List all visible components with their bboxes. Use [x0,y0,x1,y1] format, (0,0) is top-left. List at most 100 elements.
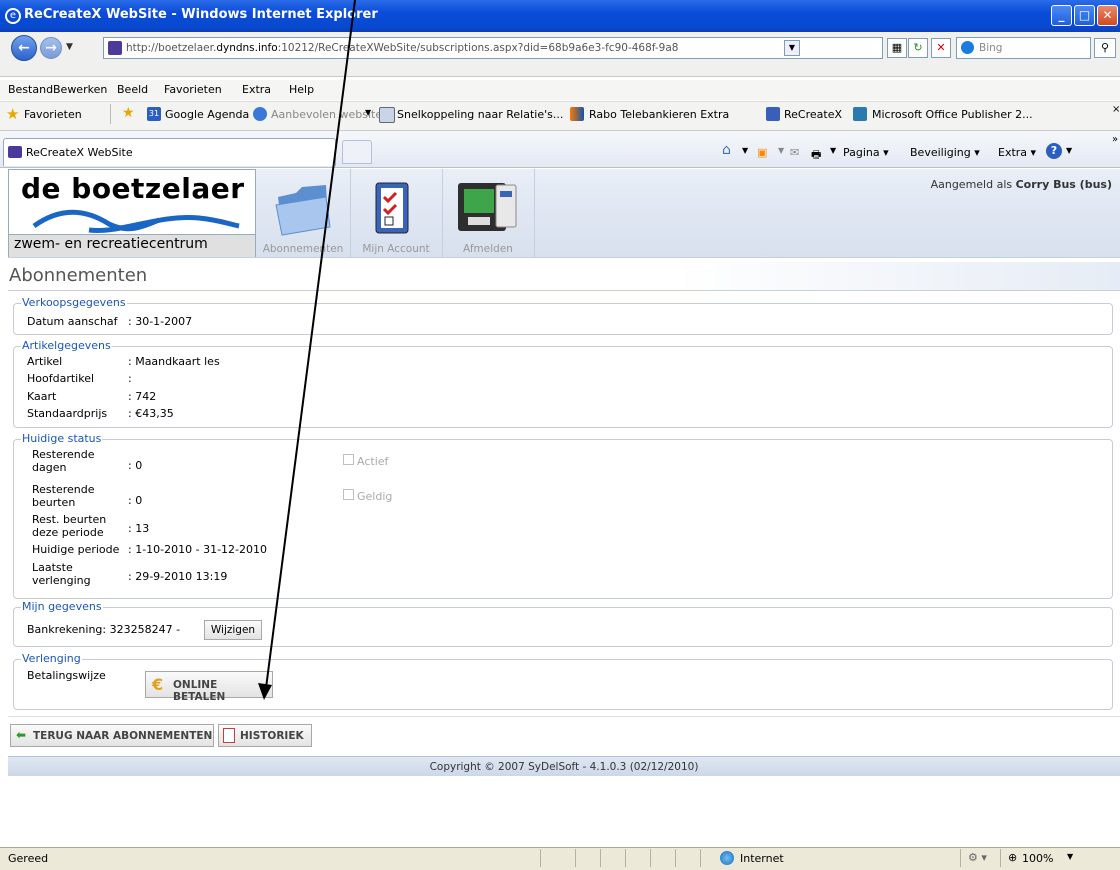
actief-label: Actief [357,455,389,468]
refresh-icon[interactable]: ↻ [908,38,928,58]
help-icon[interactable]: ? [1046,143,1062,159]
logo-wave-icon [32,209,240,234]
geldig-label: Geldig [357,490,393,503]
verkoop-legend: Verkoopsgegevens [21,296,127,309]
nav-mijn-account[interactable]: Mijn Account [350,169,443,257]
status-divider [625,849,626,867]
divider [8,716,1120,717]
print-dropdown-icon[interactable]: ▼ [830,146,836,155]
address-dropdown-icon[interactable]: ▼ [784,40,800,56]
standaardprijs-value: : €43,35 [128,407,174,420]
site-logo[interactable]: de boetzelaer zwem- en recreatiecentrum [8,169,256,257]
copyright-text: Copyright © 2007 SyDelSoft - 4.1.0.3 (02… [429,761,699,773]
home-icon[interactable]: ⌂ [722,142,731,158]
address-input[interactable]: http://boetzelaer.dyndns.info:10212/ReCr… [103,37,883,59]
window-title-bar: e ReCreateX WebSite - Windows Internet E… [0,0,1120,32]
home-dropdown-icon[interactable]: ▼ [742,146,748,155]
menu-help[interactable]: Help [289,83,314,96]
close-button[interactable]: ✕ [1097,5,1118,26]
beveiliging-menu[interactable]: Beveiliging ▾ [910,146,980,159]
search-input[interactable]: Bing [956,37,1091,59]
historiek-label: HISTORIEK [240,730,304,742]
calendar-icon: 31 [147,107,161,121]
fav-rabo[interactable]: Rabo Telebankieren Extra [589,108,729,121]
favorites-button[interactable]: Favorieten [24,108,82,121]
menu-beeld[interactable]: Beeld [117,83,148,96]
zoom-dropdown-icon[interactable]: ▼ [1067,852,1073,861]
status-divider [1000,849,1001,867]
mail-icon[interactable]: ✉ [790,146,799,159]
back-button[interactable]: ← [11,35,37,61]
add-favorite-icon[interactable]: ★ [122,105,135,121]
tab-recreatex[interactable]: ReCreateX WebSite [3,138,336,166]
menu-bestand[interactable]: Bestand [8,83,53,96]
stop-icon[interactable]: ✕ [931,38,951,58]
forward-button[interactable]: → [40,37,62,59]
minimize-button[interactable]: _ [1051,5,1072,26]
nav-afmelden[interactable]: Afmelden [442,169,535,257]
verlenging-fieldset: Verlenging Betalingswijze € ONLINE BETAL… [13,652,1113,710]
logo-subtitle: zwem- en recreatiecentrum [14,236,208,252]
copyright-bar: Copyright © 2007 SyDelSoft - 4.1.0.3 (02… [8,756,1120,776]
standaardprijs-label: Standaardprijs [27,407,108,420]
fav-google-agenda[interactable]: Google Agenda [165,108,249,121]
terug-button[interactable]: ⬅ TERUG NAAR ABONNEMENTEN [10,724,214,747]
artikel-fieldset: Artikelgegevens Artikel : Maandkaart les… [13,339,1113,428]
print-icon[interactable]: 🖶 [811,146,821,165]
artikel-legend: Artikelgegevens [21,339,112,352]
bing-icon [961,41,974,54]
zoom-icon[interactable]: ⊕ [1008,851,1017,864]
status-divider [575,849,576,867]
fav-publisher[interactable]: Microsoft Office Publisher 2... [872,108,1033,121]
protected-mode-icon[interactable]: ⚙ ▾ [968,851,987,864]
dropdown-arrow-icon[interactable]: ▼ [365,108,371,117]
ie-logo-icon: e [5,8,21,24]
history-dropdown-icon[interactable]: ▼ [66,42,73,52]
nav-abonnementen[interactable]: Abonnementen [256,169,351,257]
new-tab-button[interactable] [342,140,372,164]
zoom-level[interactable]: 100% [1022,852,1053,865]
fav-snelkoppeling[interactable]: Snelkoppeling naar Relatie's... [397,108,563,121]
pagina-menu[interactable]: Pagina ▾ [843,146,889,159]
status-legend: Huidige status [21,432,103,445]
mijn-gegevens-fieldset: Mijn gegevens Bankrekening: 323258247 - … [13,600,1113,647]
feeds-icon[interactable]: ▣ [757,146,767,159]
rest-beurten-label: Rest. beurten deze periode [32,513,107,539]
menu-favorieten[interactable]: Favorieten [164,83,222,96]
status-text: Gereed [8,852,49,865]
recreatex-fav-icon [766,107,780,121]
huidige-periode-value: : 1-10-2010 - 31-12-2010 [128,543,268,556]
online-betalen-button[interactable]: € ONLINE BETALEN [145,671,273,703]
fav-recreatex[interactable]: ReCreateX [784,108,842,121]
resterende-beurten-label: Resterende beurten [32,483,95,509]
window-title: ReCreateX WebSite - Windows Internet Exp… [24,7,378,22]
wijzigen-button[interactable]: Wijzigen [204,620,262,640]
laatste-verlenging-value: : 29-9-2010 13:19 [128,570,228,583]
compatibility-icon[interactable]: ▦ [887,38,907,58]
cmdbar-overflow-icon[interactable]: » [1112,134,1118,145]
search-button[interactable]: ⚲ [1094,38,1116,58]
favbar-close-icon[interactable]: × [1112,104,1120,115]
kaart-label: Kaart [27,390,57,403]
historiek-button[interactable]: HISTORIEK [218,724,312,747]
resterende-dagen-value: : 0 [128,459,143,472]
status-divider [600,849,601,867]
hoofdartikel-label: Hoofdartikel [27,372,95,385]
terug-label: TERUG NAAR ABONNEMENTEN [33,730,213,742]
mijn-gegevens-legend: Mijn gegevens [21,600,103,613]
menu-bewerken[interactable]: Bewerken [53,83,107,96]
security-zone[interactable]: Internet [740,852,784,865]
actief-checkbox[interactable] [343,454,354,465]
bankrekening-text: Bankrekening: 323258247 - [27,623,181,636]
logged-in-info: Aangemeld als Corry Bus (bus) [930,178,1112,191]
extra-menu[interactable]: Extra ▾ [998,146,1036,159]
laatste-verlenging-label: Laatste verlenging [32,561,91,587]
help-dropdown-icon[interactable]: ▼ [1066,146,1072,155]
feeds-dropdown-icon[interactable]: ▼ [778,146,784,155]
hoofdartikel-value: : [128,372,132,385]
datum-value: : 30-1-2007 [128,315,193,328]
maximize-button[interactable]: □ [1074,5,1095,26]
geldig-checkbox[interactable] [343,489,354,500]
status-fieldset: Huidige status Resterende dagen : 0 Reste… [13,432,1113,599]
menu-extra[interactable]: Extra [242,83,271,96]
